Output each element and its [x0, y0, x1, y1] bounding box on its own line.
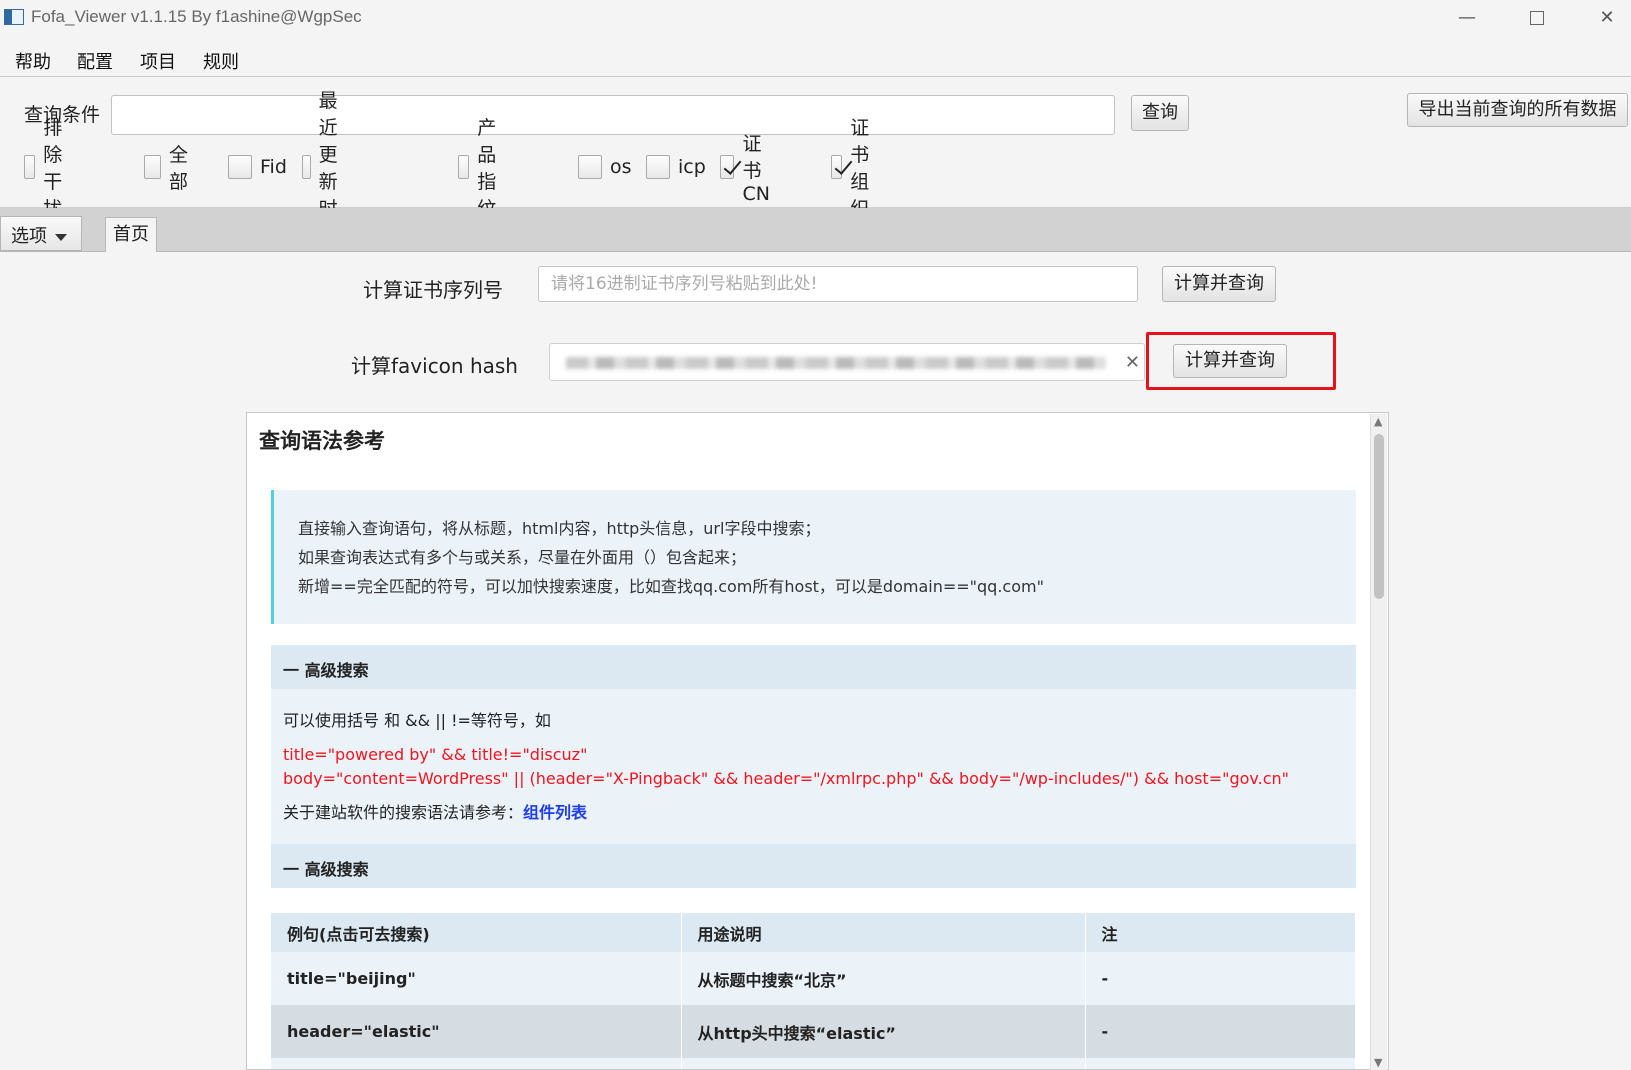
section-header-advanced-2[interactable]: 一 高级搜索: [271, 844, 1356, 888]
reference-title: 查询语法参考: [259, 429, 385, 453]
window-title: Fofa_Viewer v1.1.15 By f1ashine@WgpSec: [31, 7, 362, 26]
scroll-thumb[interactable]: [1374, 434, 1384, 599]
examples-table: 例句(点击可去搜索) 用途说明 注 title="beijing" 从标题中搜索…: [271, 913, 1356, 1069]
table-header: 用途说明: [681, 913, 1086, 952]
example-1: title="powered by" && title!="discuz": [283, 745, 588, 764]
title-bar: Fofa_Viewer v1.1.15 By f1ashine@WgpSec —…: [0, 0, 1631, 38]
highlight-box: [1146, 332, 1336, 390]
example-cell[interactable]: header="elastic": [271, 1005, 682, 1058]
cert-serial-label: 计算证书序列号: [363, 278, 503, 302]
example-2: body="content=WordPress" || (header="X-P…: [283, 769, 1290, 788]
export-all-button[interactable]: 导出当前查询的所有数据: [1407, 93, 1628, 127]
example-cell[interactable]: title="beijing": [271, 952, 682, 1005]
query-input[interactable]: [111, 95, 1115, 135]
checkbox-cert-org[interactable]: 证书组织: [831, 117, 882, 220]
cert-serial-input[interactable]: [538, 266, 1138, 302]
checkbox-icp[interactable]: icp: [646, 153, 706, 181]
advanced-search-body: 可以使用括号 和 && || !=等符号，如 title="powered by…: [271, 689, 1356, 844]
checkbox-box[interactable]: [578, 155, 602, 179]
checkbox-box[interactable]: [646, 155, 670, 179]
scroll-down-icon[interactable]: ▼: [1374, 1056, 1382, 1069]
panel-scrollbar[interactable]: ▲ ▼: [1370, 414, 1387, 1070]
description-cell: 从标题中搜索“北京”: [681, 952, 1086, 1005]
checkbox-box[interactable]: [458, 155, 470, 179]
checkbox-box[interactable]: [228, 155, 252, 179]
table-row[interactable]: title="beijing" 从标题中搜索“北京” -: [271, 952, 1356, 1005]
checkbox-os[interactable]: os: [578, 153, 632, 181]
menu-help[interactable]: 帮助: [15, 48, 51, 74]
checkbox-label: Fid: [260, 156, 287, 178]
maximize-button[interactable]: [1514, 4, 1560, 32]
minimize-button[interactable]: —: [1444, 4, 1490, 32]
intro-line: 如果查询表达式有多个与或关系，尽量在外面用（）包含起来；: [298, 548, 747, 567]
checkbox-exclude-noise[interactable]: 排除干扰: [24, 117, 75, 220]
menu-bar: 帮助 配置 项目 规则: [0, 40, 1631, 77]
close-button[interactable]: ✕: [1584, 4, 1630, 32]
clear-icon[interactable]: ✕: [1125, 352, 1140, 373]
site-ref-text: 关于建站软件的搜索语法请参考：: [283, 803, 524, 822]
menu-config[interactable]: 配置: [77, 48, 113, 74]
menu-project[interactable]: 项目: [140, 48, 176, 74]
query-button[interactable]: 查询: [1131, 95, 1189, 131]
checkbox-box[interactable]: [144, 155, 162, 179]
note-cell: -: [1085, 952, 1356, 1005]
syntax-reference-panel: 查询语法参考 直接输入查询语句，将从标题，html内容，http头信息，url字…: [246, 412, 1389, 1070]
checkbox-box-checked[interactable]: [720, 155, 735, 179]
checkbox-box-checked[interactable]: [831, 155, 843, 179]
caret-down-icon: [55, 233, 67, 241]
table-header: 注: [1085, 913, 1356, 952]
checkbox-fid[interactable]: Fid: [228, 153, 287, 181]
checkbox-label: 全部: [169, 144, 189, 193]
section-header-advanced[interactable]: 一 高级搜索: [271, 645, 1356, 689]
advanced-text: 可以使用括号 和 && || !=等符号，如: [283, 711, 551, 730]
checkbox-cert-cn[interactable]: 证书CN: [720, 133, 779, 205]
checkbox-label: 证书CN: [742, 133, 770, 205]
maximize-icon: [1530, 11, 1544, 25]
checkbox-label: 排除干扰: [43, 117, 63, 220]
menu-rules[interactable]: 规则: [203, 48, 239, 74]
checkbox-box[interactable]: [302, 155, 311, 179]
checkbox-label: 产品指纹: [477, 117, 497, 220]
table-header: 例句(点击可去搜索): [271, 913, 682, 952]
checkbox-label: icp: [678, 156, 706, 178]
scroll-up-icon[interactable]: ▲: [1374, 415, 1382, 428]
checkbox-all[interactable]: 全部: [144, 144, 195, 193]
checkbox-product-fingerprint[interactable]: 产品指纹: [458, 117, 509, 220]
favicon-hash-label: 计算favicon hash: [351, 354, 518, 378]
checkbox-label: 证书组织: [850, 117, 870, 220]
component-list-link[interactable]: 组件列表: [523, 803, 587, 822]
checkbox-label: os: [610, 156, 632, 178]
cert-calc-query-button[interactable]: 计算并查询: [1162, 266, 1276, 302]
intro-line: 新增==完全匹配的符号，可以加快搜索速度，比如查找qq.com所有host，可以…: [298, 577, 1044, 596]
checkbox-box[interactable]: [24, 155, 36, 179]
query-area: 查询条件 查询 导出当前查询的所有数据 排除干扰 全部 Fid 最近更新时间 产…: [0, 78, 1631, 247]
tab-home[interactable]: 首页: [105, 217, 157, 252]
tab-bar: 选项 首页: [0, 208, 1631, 252]
options-dropdown[interactable]: 选项: [0, 216, 82, 251]
intro-box: 直接输入查询语句，将从标题，html内容，http头信息，url字段中搜索； 如…: [271, 490, 1356, 624]
app-icon: [4, 9, 24, 25]
table-row: [271, 1058, 1356, 1069]
table-row[interactable]: header="elastic" 从http头中搜索“elastic” -: [271, 1005, 1356, 1058]
options-label: 选项: [11, 226, 47, 247]
intro-line: 直接输入查询语句，将从标题，html内容，http头信息，url字段中搜索；: [298, 519, 821, 538]
redacted-content: [566, 357, 1106, 369]
description-cell: 从http头中搜索“elastic”: [681, 1005, 1086, 1058]
checkbox-last-update[interactable]: 最近更新时间: [302, 90, 353, 247]
site-reference-line: 关于建站软件的搜索语法请参考：组件列表: [283, 801, 1344, 825]
favicon-url-input[interactable]: ✕: [549, 343, 1145, 381]
note-cell: -: [1085, 1005, 1356, 1058]
